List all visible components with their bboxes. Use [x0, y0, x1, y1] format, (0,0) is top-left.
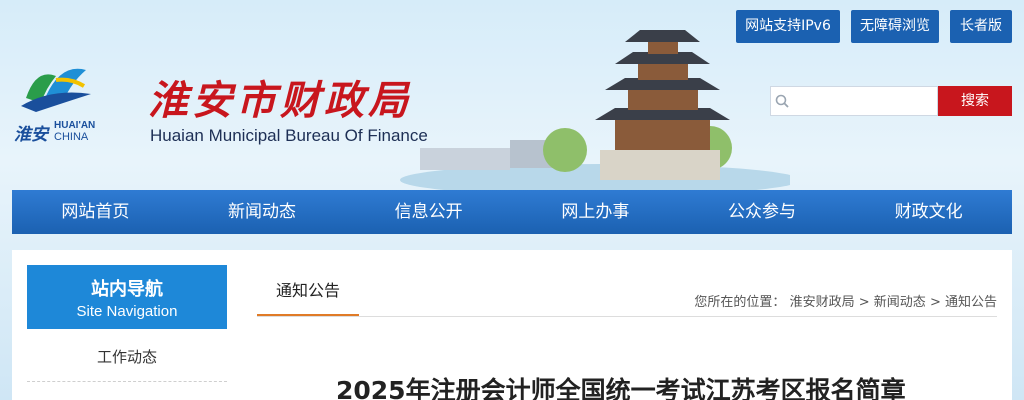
nav-finance-culture[interactable]: 财政文化	[845, 190, 1012, 234]
content-panel: 站内导航 Site Navigation 工作动态 通知公告 您所在的位置： 淮…	[12, 250, 1012, 400]
nav-info-disclosure[interactable]: 信息公开	[345, 190, 512, 234]
site-logo[interactable]: 淮安 HUAI'AN CHINA	[12, 58, 104, 148]
search-input[interactable]	[791, 87, 937, 115]
breadcrumb-link-bureau[interactable]: 淮安财政局	[790, 295, 855, 310]
huaian-logo-icon	[21, 68, 91, 112]
breadcrumb-link-notices[interactable]: 通知公告	[945, 295, 997, 310]
sidebar-heading-cn: 站内导航	[91, 279, 163, 300]
accessibility-button[interactable]: 无障碍浏览	[851, 10, 939, 43]
nav-public-participation[interactable]: 公众参与	[679, 190, 846, 234]
site-title-english: Huaian Municipal Bureau Of Finance	[150, 126, 428, 145]
ipv6-support-button[interactable]: 网站支持IPv6	[736, 10, 840, 43]
nav-news[interactable]: 新闻动态	[179, 190, 346, 234]
elderly-version-button[interactable]: 长者版	[950, 10, 1012, 43]
pavilion-banner-illustration	[400, 30, 790, 190]
section-divider	[257, 316, 997, 317]
search-box	[770, 86, 938, 116]
breadcrumb-separator: >	[858, 295, 870, 310]
site-title-chinese: 淮安市财政局	[148, 77, 412, 124]
nav-home[interactable]: 网站首页	[12, 190, 179, 234]
breadcrumb-separator: >	[929, 295, 941, 310]
logo-chinese-text: 淮安	[14, 125, 48, 145]
article-title: 2025年注册会计师全国统一考试江苏考区报名简章	[336, 376, 906, 400]
breadcrumb-prefix: 您所在的位置：	[694, 295, 786, 310]
search-icon	[775, 94, 789, 108]
site-header: 淮安 HUAI'AN CHINA 淮安市财政局 Huaian Municipal…	[0, 0, 1024, 190]
breadcrumb-link-news[interactable]: 新闻动态	[874, 295, 926, 310]
sidebar-heading: 站内导航 Site Navigation	[27, 265, 227, 329]
tab-notices[interactable]: 通知公告	[257, 272, 359, 317]
nav-online-services[interactable]: 网上办事	[512, 190, 679, 234]
main-nav: 网站首页 新闻动态 信息公开 网上办事 公众参与 财政文化	[12, 190, 1012, 234]
sidebar-item-work-news[interactable]: 工作动态	[27, 340, 227, 382]
sidebar-heading-en: Site Navigation	[76, 303, 178, 320]
logo-english-text-1: HUAI'AN	[54, 120, 96, 131]
search-button[interactable]: 搜索	[938, 86, 1012, 116]
logo-english-text-2: CHINA	[54, 131, 89, 143]
breadcrumb: 您所在的位置： 淮安财政局 > 新闻动态 > 通知公告	[694, 291, 997, 310]
